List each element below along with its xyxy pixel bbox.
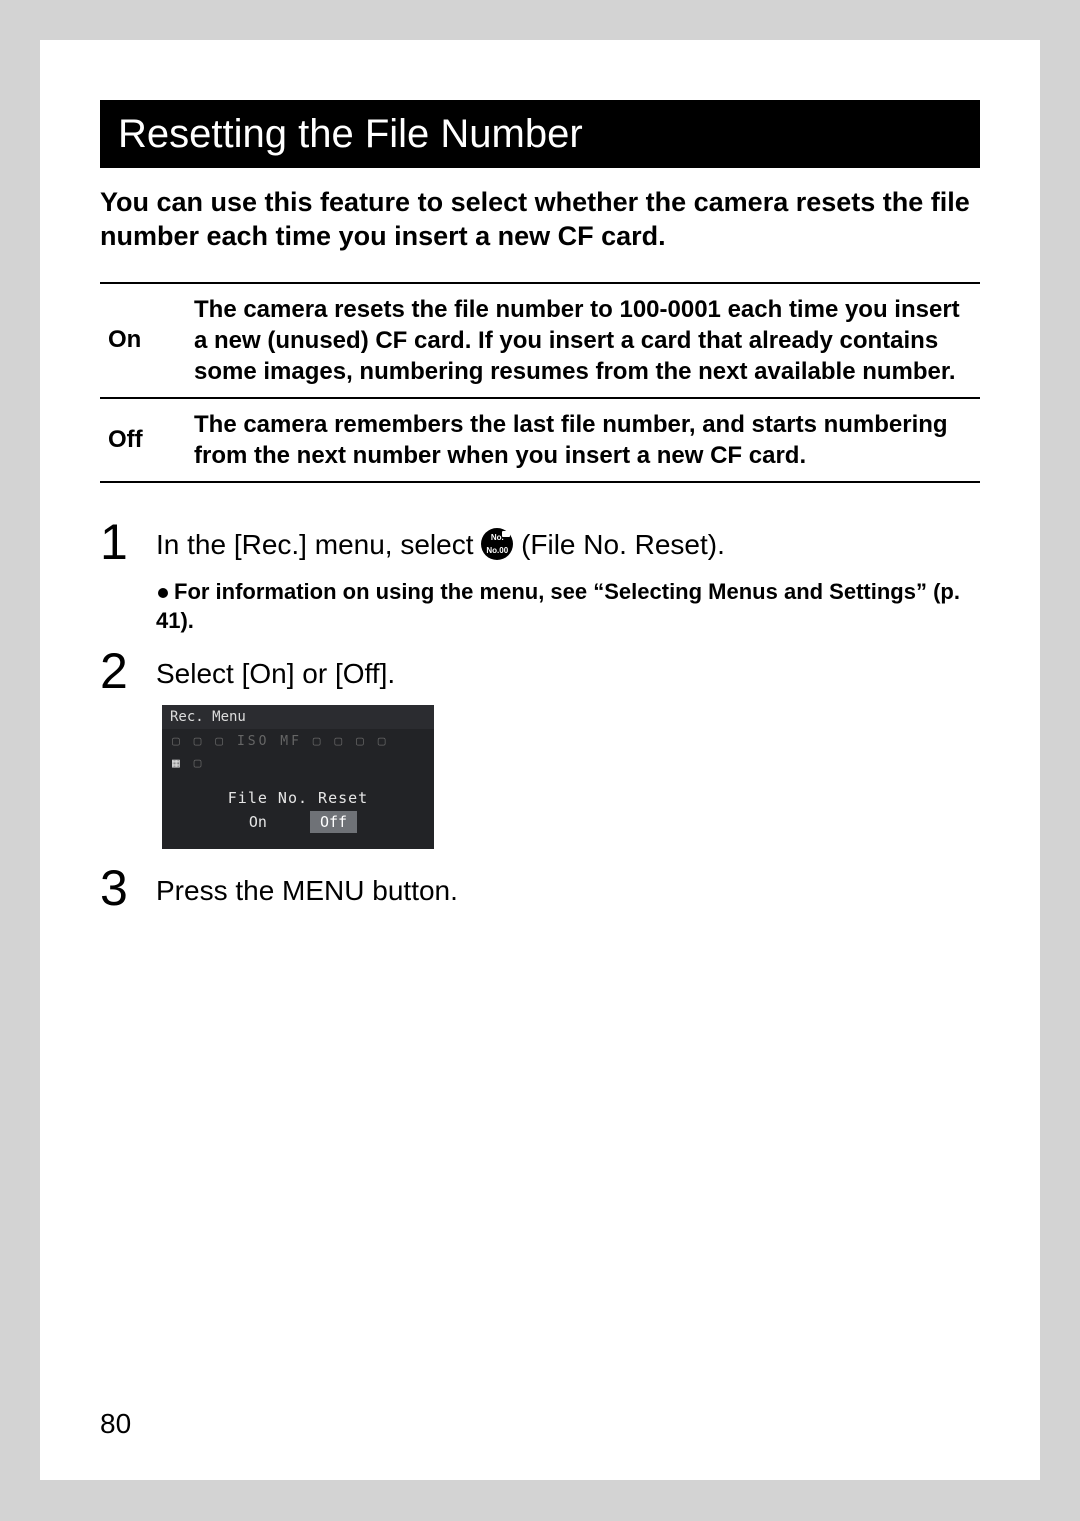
section-heading: Resetting the File Number	[100, 100, 980, 168]
ss-icon-row-1: ▢ ▢ ▢ ISO MF ▢ ▢ ▢ ▢	[162, 729, 434, 751]
step-body: Select [On] or [Off]. Rec. Menu ▢ ▢ ▢ IS…	[156, 646, 980, 853]
ss-spacer	[162, 773, 434, 783]
table-row: On The camera resets the file number to …	[100, 283, 980, 399]
step-1: 1 In the [Rec.] menu, select No. No.00 (…	[100, 517, 980, 635]
icon-corner	[502, 531, 510, 537]
ss-option-off: Off	[310, 811, 357, 833]
step-number: 1	[100, 517, 156, 567]
intro-paragraph: You can use this feature to select wheth…	[100, 186, 980, 254]
manual-page: Resetting the File Number You can use th…	[40, 40, 1040, 1480]
step-instruction: Select [On] or [Off].	[156, 656, 980, 691]
settings-table: On The camera resets the file number to …	[100, 282, 980, 484]
ss-options-row: On Off	[162, 811, 434, 839]
icon-bottom-text: No.00	[484, 546, 510, 555]
setting-label-on: On	[100, 283, 186, 399]
ss-option-on: On	[239, 811, 277, 833]
file-no-reset-icon: No. No.00	[481, 528, 513, 560]
setting-label-off: Off	[100, 398, 186, 482]
ss-icon-row-2: ▦ ▢	[162, 751, 434, 773]
setting-description-off: The camera remembers the last file numbe…	[186, 398, 980, 482]
step-3: 3 Press the MENU button.	[100, 863, 980, 913]
ss-setting-label: File No. Reset	[162, 783, 434, 811]
step1-text-before: In the [Rec.] menu, select	[156, 529, 481, 560]
bullet-icon	[158, 588, 168, 598]
step-2: 2 Select [On] or [Off]. Rec. Menu ▢ ▢ ▢ …	[100, 646, 980, 853]
camera-menu-screenshot: Rec. Menu ▢ ▢ ▢ ISO MF ▢ ▢ ▢ ▢ ▦ ▢ File …	[162, 705, 434, 849]
ss-rec-menu-title: Rec. Menu	[162, 705, 434, 729]
ss-selected-mode-icon: ▦	[172, 756, 194, 771]
table-row: Off The camera remembers the last file n…	[100, 398, 980, 482]
step-number: 2	[100, 646, 156, 696]
note-quoted: “Selecting Menus and Settings”	[593, 579, 927, 604]
step-number: 3	[100, 863, 156, 913]
step-body: Press the MENU button.	[156, 863, 980, 908]
step-note: For information on using the menu, see “…	[156, 578, 980, 635]
note-prefix: For information on using the menu, see	[174, 579, 593, 604]
page-number: 80	[100, 1408, 131, 1440]
setting-description-on: The camera resets the file number to 100…	[186, 283, 980, 399]
step-instruction: In the [Rec.] menu, select No. No.00 (Fi…	[156, 527, 980, 562]
ss-other-mode-icon: ▢	[194, 756, 205, 771]
step-instruction: Press the MENU button.	[156, 873, 980, 908]
step1-text-after: (File No. Reset).	[521, 529, 725, 560]
step-body: In the [Rec.] menu, select No. No.00 (Fi…	[156, 517, 980, 635]
